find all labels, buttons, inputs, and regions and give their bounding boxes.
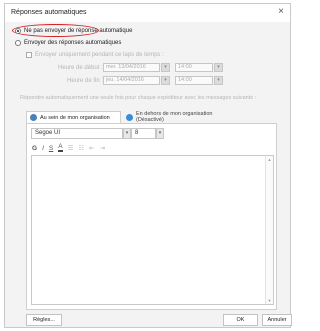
font-size-select[interactable]: 8 xyxy=(131,128,156,139)
end-time-field[interactable]: 14:00 xyxy=(175,76,213,85)
start-time-label: Heure de début : xyxy=(58,65,103,71)
scroll-up-icon[interactable]: ▲ xyxy=(266,156,273,163)
font-size-dropdown-icon[interactable]: ▾ xyxy=(156,128,164,139)
message-textbox[interactable]: ▲ ▼ xyxy=(31,155,274,305)
tab-outside-organization[interactable]: En dehors de mon organisation (Désactivé… xyxy=(123,111,243,123)
tab-inside-organization[interactable]: Au sein de mon organisation xyxy=(26,111,121,123)
end-time-label: Heure de fin : xyxy=(67,78,104,84)
time-range-label: Envoyer uniquement pendant ce laps de te… xyxy=(35,52,164,58)
title-bar: Réponses automatiques × xyxy=(5,4,290,22)
rules-button[interactable]: Règles... xyxy=(26,314,62,326)
ok-button[interactable]: OK xyxy=(223,314,258,326)
close-icon[interactable]: × xyxy=(278,7,284,17)
decrease-indent-icon[interactable]: ⇤ xyxy=(89,144,94,152)
dialog-title: Réponses automatiques xyxy=(11,9,87,16)
italic-button[interactable]: I xyxy=(42,145,44,152)
send-reply-radio[interactable] xyxy=(15,40,21,46)
underline-button[interactable]: S xyxy=(49,145,53,152)
vertical-scrollbar[interactable]: ▲ ▼ xyxy=(265,156,273,304)
person-icon xyxy=(30,114,37,121)
bold-button[interactable]: G xyxy=(32,145,37,152)
auto-reply-dialog: Réponses automatiques × Ne pas envoyer d… xyxy=(4,3,292,328)
start-time-dropdown-icon[interactable]: ▾ xyxy=(214,63,223,72)
formatting-toolbar: G I S A ☰ ☷ ⇤ ⇥ xyxy=(32,143,105,152)
start-date-dropdown-icon[interactable]: ▾ xyxy=(161,63,170,72)
send-reply-label: Envoyer des réponses automatiques xyxy=(24,40,122,46)
no-reply-option[interactable]: Ne pas envoyer de réponse automatique xyxy=(15,28,132,34)
end-date-dropdown-icon[interactable]: ▾ xyxy=(161,76,170,85)
globe-icon xyxy=(126,113,133,121)
time-range-checkbox[interactable] xyxy=(26,52,32,58)
start-time-field[interactable]: 14:00 xyxy=(175,63,213,72)
message-editor: Segoe UI ▾ 8 ▾ G I S A ☰ ☷ ⇤ ⇥ ▲ ▼ xyxy=(26,123,277,310)
end-time-dropdown-icon[interactable]: ▾ xyxy=(214,76,223,85)
end-date-field[interactable]: jeu. 14/04/2016 xyxy=(103,76,160,85)
increase-indent-icon[interactable]: ⇥ xyxy=(100,144,105,152)
cancel-button[interactable]: Annuler xyxy=(262,314,292,326)
send-reply-option[interactable]: Envoyer des réponses automatiques xyxy=(15,40,121,46)
numbered-list-icon[interactable]: ☷ xyxy=(78,144,84,152)
info-text: Répondre automatiquement une seule fois … xyxy=(20,95,257,101)
scroll-down-icon[interactable]: ▼ xyxy=(266,297,273,304)
font-color-button[interactable]: A xyxy=(58,143,63,152)
no-reply-label: Ne pas envoyer de réponse automatique xyxy=(24,28,133,34)
no-reply-radio[interactable] xyxy=(15,28,21,34)
start-date-field[interactable]: mer. 13/04/2016 xyxy=(103,63,160,72)
bullet-list-icon[interactable]: ☰ xyxy=(68,144,74,152)
font-family-select[interactable]: Segoe UI xyxy=(31,128,123,139)
tab-inside-label: Au sein de mon organisation xyxy=(40,114,110,121)
font-family-dropdown-icon[interactable]: ▾ xyxy=(123,128,131,139)
tab-outside-label: En dehors de mon organisation (Désactivé… xyxy=(136,111,213,123)
time-range-option[interactable]: Envoyer uniquement pendant ce laps de te… xyxy=(26,52,164,58)
